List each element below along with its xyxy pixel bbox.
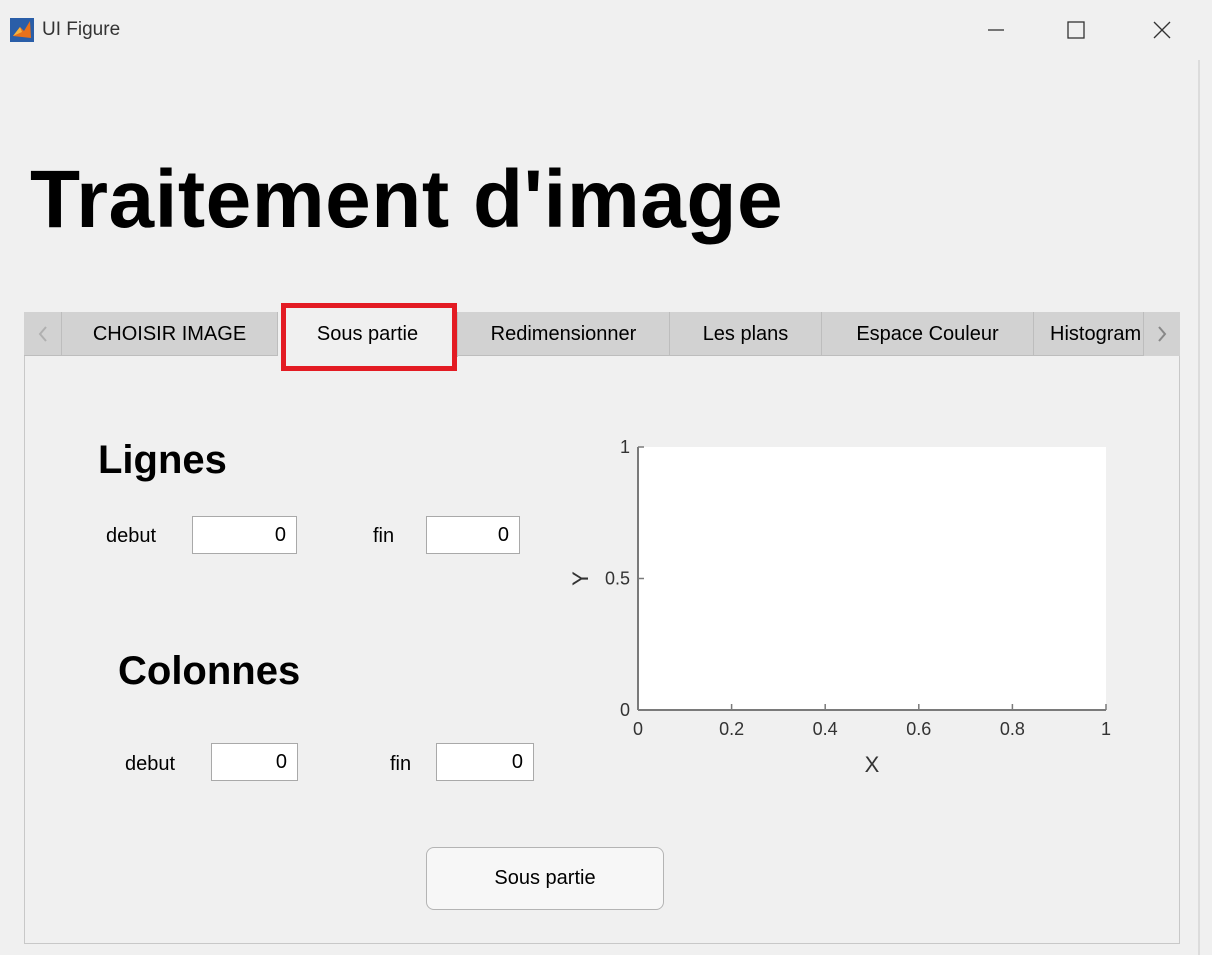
axes-plot[interactable]: 0 0.2 0.4 0.6 0.8 1 0 0.5 1 X Y [560,420,1160,800]
tab-histogram[interactable]: Histogram [1034,312,1144,356]
x-tick-label: 0.8 [1000,719,1025,739]
tab-label: Espace Couleur [856,323,999,345]
x-tick-label: 1 [1101,719,1111,739]
y-tick-label: 0.5 [605,569,630,589]
chevron-left-icon [38,326,47,342]
tab-redimensionner[interactable]: Redimensionner [458,312,670,356]
close-icon [1153,21,1171,39]
maximize-icon [1067,21,1085,39]
tab-scroll-right-button[interactable] [1144,312,1180,356]
colonnes-fin-label: fin [390,753,412,775]
colonnes-title: Colonnes [118,649,301,693]
x-axis-label: X [865,752,880,777]
tab-label: Redimensionner [490,323,637,345]
highlight-box [281,303,457,371]
matlab-icon [10,18,34,42]
title-bar [0,0,1212,60]
x-tick-label: 0.2 [719,719,744,739]
y-axis-label: Y [568,571,593,586]
tab-choisir-image[interactable]: CHOISIR IMAGE [62,312,278,356]
window-border [1198,60,1200,955]
y-tick-label: 1 [620,437,630,457]
lignes-fin-label: fin [373,525,395,547]
page-title: Traitement d'image [30,154,784,245]
x-tick-label: 0.4 [813,719,838,739]
sous-partie-button[interactable]: Sous partie [426,847,664,910]
tab-les-plans[interactable]: Les plans [670,312,822,356]
x-tick-label: 0 [633,719,643,739]
tab-label: Histogram [1050,323,1142,345]
y-tick-label: 0 [620,700,630,720]
lignes-fin-field[interactable]: 0 [426,516,520,554]
close-button[interactable] [1142,12,1182,48]
button-label: Sous partie [494,867,596,889]
lignes-debut-field[interactable]: 0 [192,516,297,554]
minimize-button[interactable] [976,12,1016,48]
colonnes-debut-label: debut [125,753,176,775]
window-title: UI Figure [42,19,121,40]
lignes-debut-label: debut [106,525,157,547]
tab-label: CHOISIR IMAGE [92,323,247,345]
x-tick-label: 0.6 [906,719,931,739]
tab-espace-couleur[interactable]: Espace Couleur [822,312,1034,356]
tab-label: Les plans [702,323,789,345]
colonnes-fin-field[interactable]: 0 [436,743,534,781]
lignes-title: Lignes [98,438,227,482]
minimize-icon [988,29,1004,31]
tab-scroll-left-button[interactable] [24,312,62,356]
colonnes-debut-field[interactable]: 0 [211,743,298,781]
chevron-right-icon [1158,326,1167,342]
maximize-button[interactable] [1056,12,1096,48]
plot-area [638,447,1106,710]
